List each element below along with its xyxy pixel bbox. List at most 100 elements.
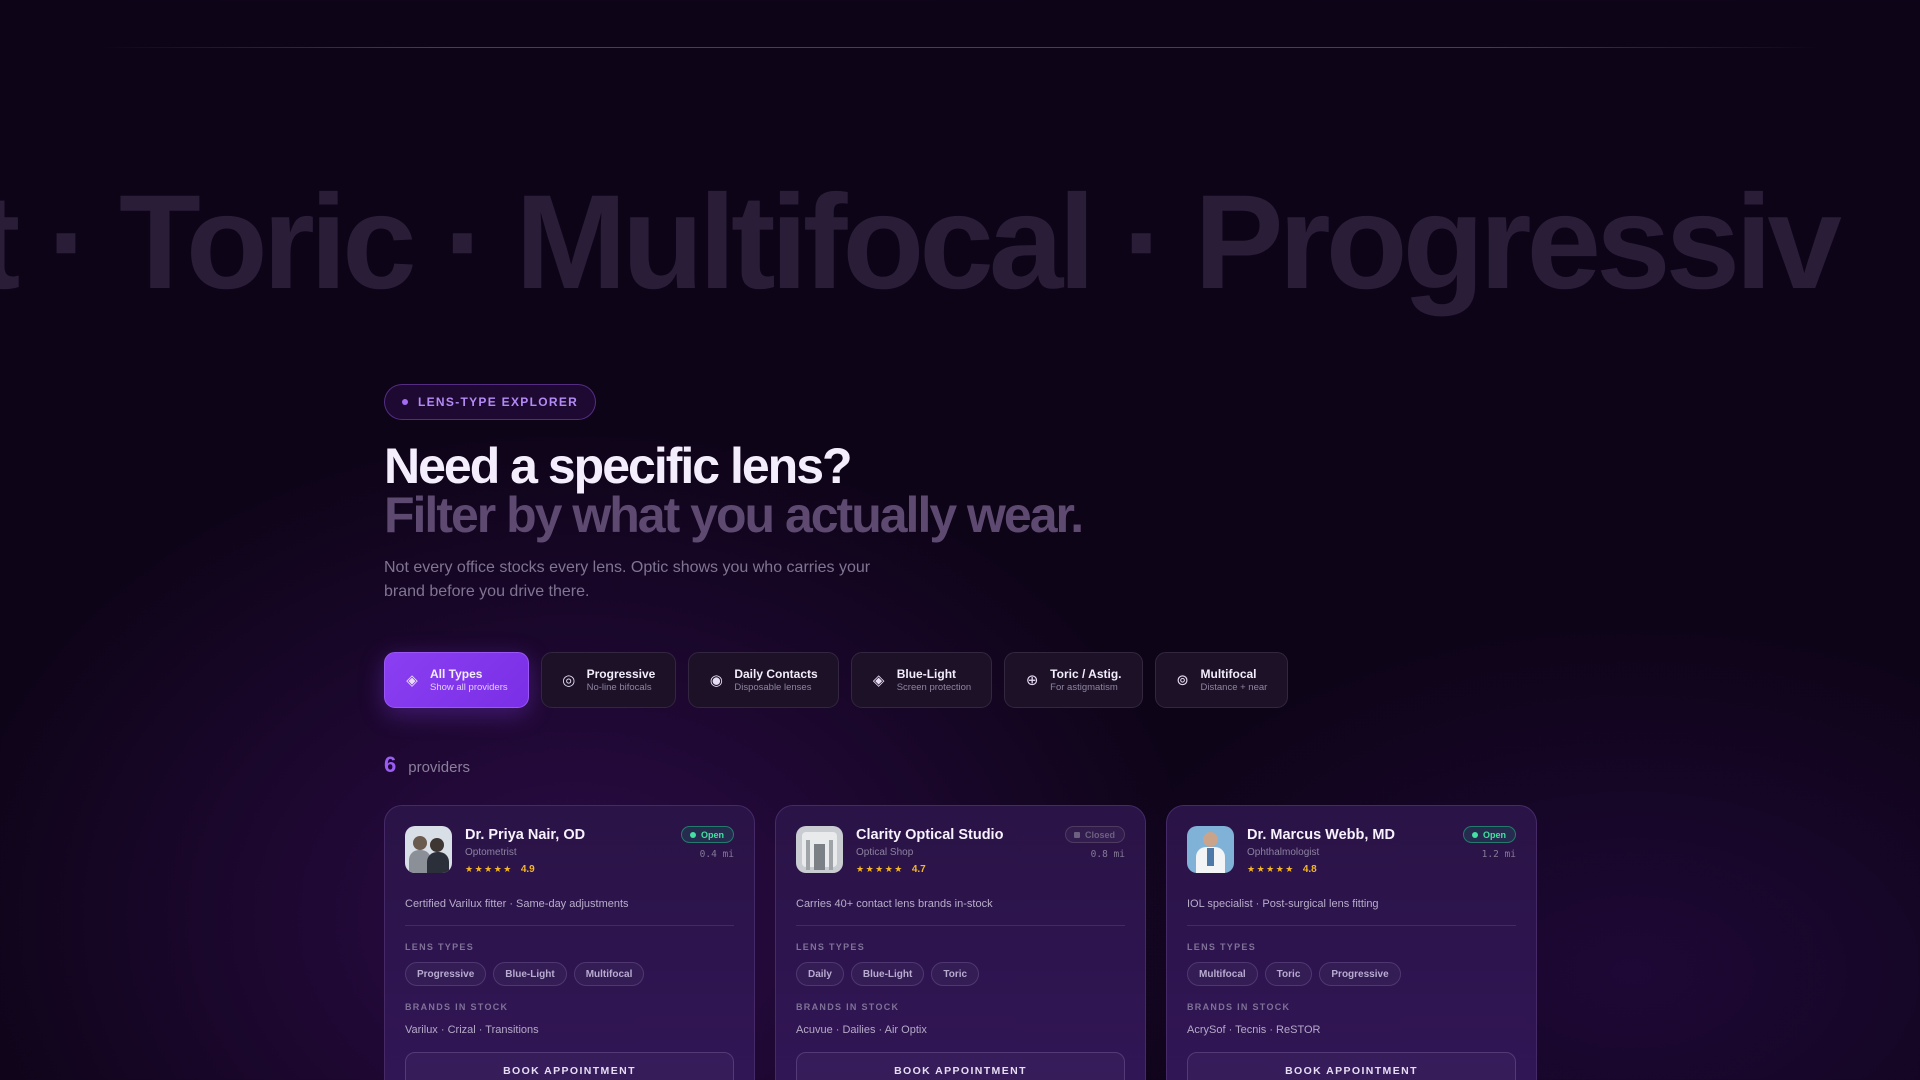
lens-type-tag: Multifocal <box>573 962 645 986</box>
lens-type-tag: Blue-Light <box>493 962 567 986</box>
avatar-shape <box>430 838 444 852</box>
provider-blurb: IOL specialist · Post-surgical lens fitt… <box>1187 897 1516 926</box>
provider-info: Dr. Marcus Webb, MD Ophthalmologist ★★★★★ 4… <box>1247 826 1450 875</box>
lens-types-heading: LENS TYPES <box>796 942 866 952</box>
marquee-word: Progressiv <box>1194 168 1842 317</box>
avatar-shape <box>1207 848 1214 866</box>
marquee-word: Multifocal <box>515 168 1095 317</box>
avatar-shape <box>413 836 427 850</box>
filter-chip-label: Toric / Astig. For astigmatism <box>1050 667 1121 694</box>
filter-chip-title: All Types <box>430 666 483 681</box>
avatar-shape <box>1203 832 1218 847</box>
lens-type-tags: Multifocal Toric Progressive <box>1187 962 1516 986</box>
results-count-number: 6 <box>384 752 397 777</box>
filter-chip-label: All Types Show all providers <box>430 667 508 694</box>
avatar-shape <box>829 840 833 870</box>
status-badge: Closed <box>1064 826 1125 843</box>
filter-chip-subtitle: Show all providers <box>430 681 508 693</box>
diamond-icon: ◈ <box>872 672 885 689</box>
filter-chip[interactable]: ◉ Daily Contacts Disposable lenses <box>688 652 839 708</box>
provider-role: Optometrist <box>465 847 517 858</box>
marquee-track: ght·Toric·Multifocal·Progressiv <box>0 168 1842 318</box>
book-appointment-button[interactable]: BOOK APPOINTMENT <box>796 1052 1125 1080</box>
marquee-word: ght <box>0 168 20 318</box>
book-appointment-button[interactable]: BOOK APPOINTMENT <box>405 1052 734 1080</box>
provider-name[interactable]: Dr. Priya Nair, OD <box>465 826 668 844</box>
filter-chip[interactable]: ⊕ Toric / Astig. For astigmatism <box>1004 652 1143 708</box>
star-icon: ★★★★★ <box>465 864 513 874</box>
provider-info: Clarity Optical Studio Optical Shop ★★★★★ 4… <box>856 826 1052 875</box>
filter-chip[interactable]: ◎ Progressive No-line bifocals <box>540 652 677 708</box>
provider-info: Dr. Priya Nair, OD Optometrist ★★★★★ 4.9 <box>465 826 668 875</box>
filter-chip[interactable]: ◈ All Types Show all providers <box>384 652 529 708</box>
marquee-separator: · <box>443 168 489 317</box>
provider-distance: 1.2 mi <box>1481 849 1516 860</box>
avatar-shape <box>814 844 825 870</box>
provider-meta: Closed 0.8 mi <box>1064 826 1125 875</box>
brands-heading: BRANDS IN STOCK <box>405 1002 509 1012</box>
diamond-icon: ◈ <box>406 672 418 689</box>
filter-chip-subtitle: For astigmatism <box>1050 681 1118 693</box>
brands-heading: BRANDS IN STOCK <box>1187 1002 1291 1012</box>
provider-card: Dr. Priya Nair, OD Optometrist ★★★★★ 4.9 Ope… <box>384 805 755 1080</box>
lens-type-tag: Blue-Light <box>850 962 925 986</box>
rating-score: 4.7 <box>911 864 926 875</box>
status-dot-icon <box>689 831 696 838</box>
provider-rating: ★★★★★ 4.7 <box>856 864 1052 875</box>
provider-distance: 0.4 mi <box>699 849 734 860</box>
status-badge: Open <box>680 826 734 843</box>
book-appointment-button[interactable]: BOOK APPOINTMENT <box>1187 1052 1516 1080</box>
filter-chip-subtitle: Screen protection <box>896 681 972 693</box>
filter-chip-title: Toric / Astig. <box>1050 666 1122 681</box>
lens-type-tag: Progressive <box>405 962 487 986</box>
lens-type-tags: Progressive Blue-Light Multifocal <box>405 962 734 986</box>
filter-chip-label: Progressive No-line bifocals <box>587 667 656 694</box>
provider-card-header: Dr. Priya Nair, OD Optometrist ★★★★★ 4.9 Ope… <box>405 826 734 875</box>
filter-chip-title: Progressive <box>586 666 656 681</box>
provider-meta: Open 1.2 mi <box>1462 826 1516 875</box>
provider-card: Dr. Marcus Webb, MD Ophthalmologist ★★★★★ 4… <box>1166 805 1537 1080</box>
provider-rating: ★★★★★ 4.8 <box>1247 864 1450 875</box>
provider-role: Optical Shop <box>856 847 914 858</box>
filter-chip-label: Multifocal Distance + near <box>1201 667 1268 694</box>
brands-heading: BRANDS IN STOCK <box>796 1002 900 1012</box>
lens-types-heading: LENS TYPES <box>405 942 475 952</box>
status-label: Open <box>1482 829 1506 840</box>
results-count: 6 providers <box>384 752 1584 778</box>
marquee-separator: · <box>47 168 92 317</box>
avatar <box>1187 826 1234 873</box>
provider-role: Ophthalmologist <box>1247 847 1320 858</box>
rings-icon: ⊚ <box>1176 672 1189 689</box>
provider-card-header: Clarity Optical Studio Optical Shop ★★★★★ 4… <box>796 826 1125 875</box>
lens-type-tag: Daily <box>796 962 844 986</box>
filter-chip[interactable]: ⊚ Multifocal Distance + near <box>1154 652 1289 708</box>
provider-meta: Open 0.4 mi <box>680 826 734 875</box>
provider-blurb: Carries 40+ contact lens brands in-stock <box>796 897 1125 926</box>
status-label: Open <box>700 829 724 840</box>
lens-type-tag: Toric <box>931 962 980 986</box>
rating-score: 4.8 <box>1302 864 1317 875</box>
provider-blurb: Certified Varilux fitter · Same-day adju… <box>405 897 734 926</box>
lens-type-filters: ◈ All Types Show all providers ◎ Progressive… <box>384 652 1584 708</box>
star-icon: ★★★★★ <box>856 864 904 874</box>
status-label: Closed <box>1084 829 1115 840</box>
lens-type-tag: Toric <box>1264 962 1313 986</box>
target-icon: ◎ <box>562 672 576 689</box>
main-content: LENS-TYPE EXPLORER Need a specific lens?… <box>384 384 1584 1080</box>
crosshair-icon: ⊕ <box>1025 672 1039 689</box>
provider-name[interactable]: Clarity Optical Studio <box>856 826 1052 844</box>
top-divider <box>100 47 1820 48</box>
filter-chip-subtitle: No-line bifocals <box>586 681 652 693</box>
eye-icon: ◉ <box>709 672 723 689</box>
lens-type-tags: Daily Blue-Light Toric <box>796 962 1125 986</box>
lens-type-marquee: ght·Toric·Multifocal·Progressiv <box>0 168 1903 318</box>
provider-rating: ★★★★★ 4.9 <box>465 864 668 875</box>
filter-chip[interactable]: ◈ Blue-Light Screen protection <box>850 652 993 708</box>
status-badge: Open <box>1462 826 1516 843</box>
avatar <box>796 826 843 873</box>
provider-name[interactable]: Dr. Marcus Webb, MD <box>1247 826 1450 844</box>
filter-chip-subtitle: Disposable lenses <box>734 681 812 693</box>
brands-in-stock: Acuvue · Dailies · Air Optix <box>796 1024 927 1036</box>
provider-card: Clarity Optical Studio Optical Shop ★★★★★ 4… <box>775 805 1146 1080</box>
filter-chip-label: Daily Contacts Disposable lenses <box>734 667 817 694</box>
